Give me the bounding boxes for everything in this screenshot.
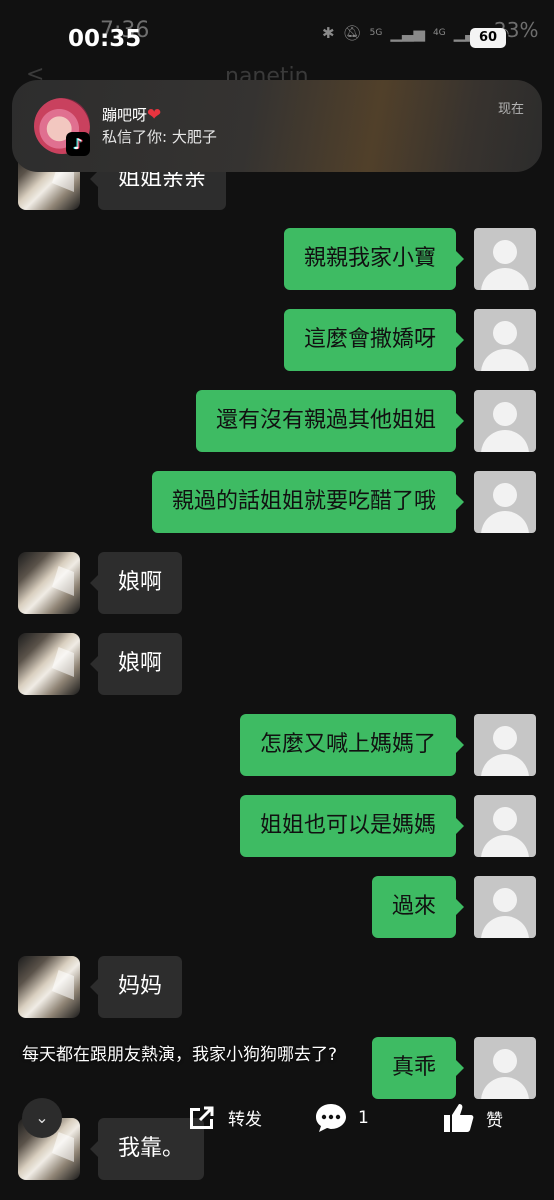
like-label: 赞 [486,1110,503,1131]
comment-count: 1 [358,1108,369,1128]
comment-icon [316,1104,346,1132]
action-bar: ⌄ 转发 1 赞 [0,1094,554,1144]
comment-button[interactable]: 1 [314,1102,369,1134]
my-avatar[interactable] [474,714,536,776]
my-avatar[interactable] [474,228,536,290]
like-button[interactable]: 赞 [442,1102,503,1134]
battery-indicator: 60 [470,28,506,48]
mute-bell-icon: 🔕︎ [342,24,362,42]
contact-avatar[interactable] [18,552,80,614]
contact-avatar[interactable] [18,633,80,695]
thumbs-up-icon [444,1104,474,1132]
message-bubble-outgoing[interactable]: 姐姐也可以是媽媽 [239,795,465,857]
my-avatar[interactable] [474,795,536,857]
share-button[interactable]: 转发 [186,1102,262,1132]
notification-body: 私信了你: 大肥子 [102,128,217,146]
message-bubble-outgoing[interactable]: 這麼會撒嬌呀 [283,309,465,371]
share-label: 转发 [228,1109,262,1130]
message-bubble-outgoing[interactable]: 親過的話姐姐就要吃醋了哦 [151,471,465,533]
post-caption: 每天都在跟朋友熱演，我家小狗狗哪去了? [22,1045,338,1065]
notification-time: 现在 [498,102,525,117]
my-avatar[interactable] [474,390,536,452]
notification-banner[interactable]: ♪ 蹦吧呀❤ 私信了你: 大肥子 现在 [12,80,542,172]
my-avatar[interactable] [474,876,536,938]
message-bubble-outgoing[interactable]: 還有沒有親過其他姐姐 [195,390,465,452]
chevron-down-icon[interactable]: ⌄ [22,1098,62,1138]
message-bubble-outgoing[interactable]: 過來 [371,876,465,938]
my-avatar[interactable] [474,309,536,371]
status-time: 00:35 [68,26,142,52]
message-bubble-outgoing[interactable]: 親親我家小寶 [283,228,465,290]
bluetooth-icon: ✱ [322,24,335,42]
5g-signal-icon: 5G [369,28,383,38]
4g-signal-icon: 4G [432,28,446,38]
heart-icon: ❤ [147,105,162,125]
notification-title: 蹦吧呀❤ [102,104,161,125]
message-bubble-incoming[interactable]: 娘啊 [89,633,183,695]
message-bubble-incoming[interactable]: 妈妈 [89,956,183,1018]
message-bubble-outgoing[interactable]: 怎麼又喊上媽媽了 [239,714,465,776]
contact-avatar[interactable] [18,956,80,1018]
tiktok-icon: ♪ [66,132,90,156]
message-bubble-outgoing[interactable]: 真乖 [371,1037,465,1099]
signal-bars-icon: ▁▃▅ [390,24,425,42]
my-avatar[interactable] [474,471,536,533]
notification-sender: 蹦吧呀 [102,106,148,124]
my-avatar[interactable] [474,1037,536,1099]
share-icon [190,1106,214,1129]
message-bubble-incoming[interactable]: 娘啊 [89,552,183,614]
